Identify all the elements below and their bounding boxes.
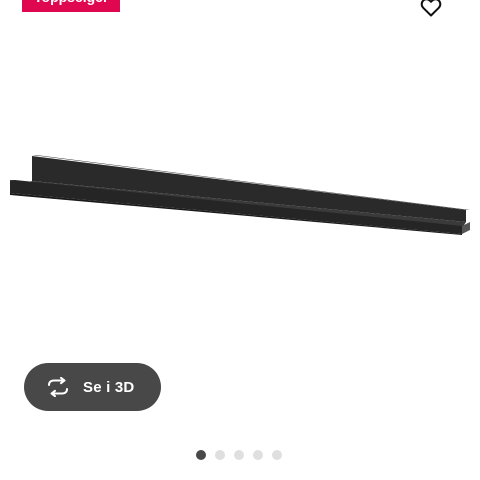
carousel-dot-2[interactable] (215, 450, 225, 460)
product-image-carousel: Toppselger Se i 3D (0, 0, 480, 480)
carousel-dot-4[interactable] (253, 450, 263, 460)
carousel-dot-3[interactable] (234, 450, 244, 460)
view-in-3d-button[interactable]: Se i 3D (24, 363, 161, 411)
rotate-3d-icon (45, 377, 71, 397)
carousel-pagination (196, 450, 282, 460)
carousel-dot-5[interactable] (272, 450, 282, 460)
bestseller-badge-label: Toppselger (34, 0, 108, 10)
add-to-favorites-button[interactable] (414, 0, 448, 24)
carousel-dot-1[interactable] (196, 450, 206, 460)
bestseller-badge: Toppselger (22, 0, 121, 12)
heart-outline-icon (420, 0, 442, 17)
view-in-3d-label: Se i 3D (83, 378, 135, 396)
picture-ledge-product-image (10, 155, 470, 235)
